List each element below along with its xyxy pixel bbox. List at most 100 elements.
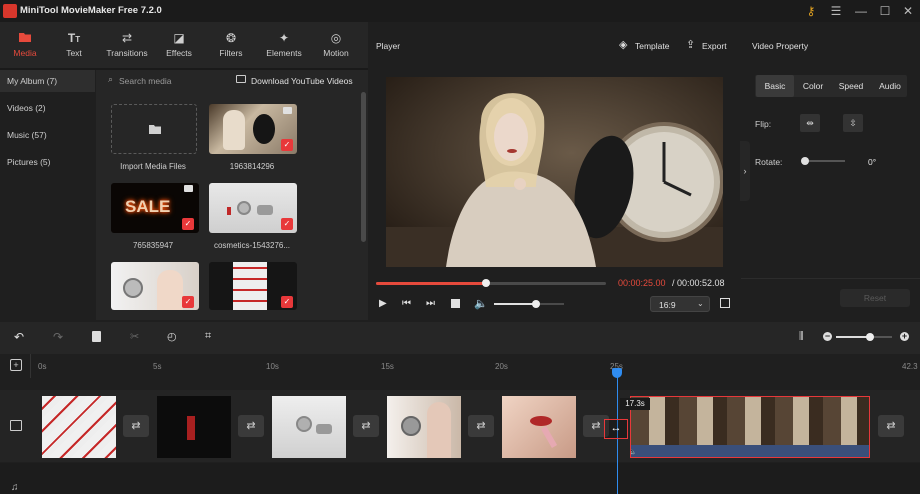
download-icon[interactable] <box>236 75 246 83</box>
rotate-slider-handle[interactable] <box>801 157 809 165</box>
search-input[interactable]: Search media <box>119 76 171 86</box>
add-track-icon[interactable]: + <box>10 359 22 371</box>
stop-button[interactable] <box>451 299 460 308</box>
timeline-clip-selected[interactable]: 🔈 <box>630 396 870 458</box>
layers-icon[interactable]: ◈ <box>619 38 627 51</box>
player-title: Player <box>376 41 401 51</box>
thumb-jar <box>257 205 273 215</box>
volume-handle[interactable] <box>532 300 540 308</box>
aspect-ratio-select[interactable]: 16:9 ⌄ <box>650 296 710 312</box>
export-icon[interactable]: ⇪ <box>686 38 695 51</box>
tab-filters[interactable]: ❂ Filters <box>206 22 256 68</box>
tab-media[interactable]: Media <box>0 22 50 68</box>
tab-speed[interactable]: Speed <box>832 75 870 97</box>
rotate-slider[interactable] <box>805 160 845 162</box>
rotate-value: 0° <box>868 157 877 167</box>
tab-color[interactable]: Color <box>794 75 832 97</box>
flip-label: Flip: <box>755 119 772 129</box>
sidebar-item-music[interactable]: Music (57) <box>0 124 95 146</box>
timeline-ruler <box>0 354 920 378</box>
tab-elements[interactable]: ✦ Elements <box>259 22 309 68</box>
close-button[interactable]: ✕ <box>898 2 918 20</box>
flip-horizontal-icon[interactable]: ⇹ <box>800 114 820 132</box>
export-button[interactable]: Export <box>702 41 727 51</box>
split-icon[interactable]: ✂ <box>130 330 139 343</box>
timeline-clip-lips[interactable] <box>502 396 576 458</box>
tab-text[interactable]: TT Text <box>49 22 99 68</box>
clip-compact <box>296 416 312 432</box>
undo-icon[interactable]: ↶ <box>14 330 24 344</box>
text-icon: TT <box>67 31 81 45</box>
sidebar-item-pictures[interactable]: Pictures (5) <box>0 151 95 173</box>
motion-icon: ◎ <box>330 31 342 45</box>
timeline-clip-lipsticks[interactable] <box>42 396 116 458</box>
import-media-label: Import Media Files <box>120 162 186 171</box>
thumb-lipstick <box>227 207 231 215</box>
ruler-tick: 10s <box>266 362 279 371</box>
thumb-face <box>157 270 183 310</box>
maximize-button[interactable]: ☐ <box>875 2 895 20</box>
media-scrollbar[interactable] <box>361 92 366 242</box>
timeline-clip-hand-mirror[interactable] <box>387 396 461 458</box>
redo-icon[interactable]: ↷ <box>53 330 63 344</box>
tab-effects[interactable]: ◪ Effects <box>154 22 204 68</box>
menu-icon[interactable]: ☰ <box>826 2 846 20</box>
audio-track <box>0 463 920 494</box>
filters-icon: ❂ <box>225 31 237 45</box>
transition-slot-icon[interactable]: ⇄ <box>468 415 494 437</box>
added-check-icon: ✓ <box>281 139 293 151</box>
next-frame-button[interactable]: ⏭ <box>426 298 435 309</box>
trim-cursor-icon[interactable]: ↔ <box>604 419 628 439</box>
transition-slot-icon[interactable]: ⇄ <box>878 415 904 437</box>
minimize-button[interactable]: — <box>851 2 871 20</box>
reset-button[interactable]: Reset <box>840 289 910 307</box>
thumb-lipstick-grid <box>233 262 267 310</box>
import-media-button[interactable] <box>111 104 197 154</box>
tab-audio[interactable]: Audio <box>871 75 909 97</box>
template-button[interactable]: Template <box>635 41 670 51</box>
volume-icon[interactable]: 🔈 <box>474 297 488 310</box>
music-track-icon: ♫ <box>11 482 19 493</box>
zoom-in-icon[interactable]: + <box>900 332 909 341</box>
transition-slot-icon[interactable]: ⇄ <box>238 415 264 437</box>
search-icon[interactable]: ⌕ <box>108 74 113 85</box>
timeline-clip-cosmetics[interactable] <box>272 396 346 458</box>
clip-volume-icon[interactable]: 🔈 <box>631 446 637 457</box>
zoom-out-icon[interactable]: − <box>823 332 832 341</box>
added-check-icon: ✓ <box>182 296 194 308</box>
tab-basic[interactable]: Basic <box>756 75 794 97</box>
transition-slot-icon[interactable]: ⇄ <box>353 415 379 437</box>
zoom-handle[interactable] <box>865 333 874 341</box>
download-youtube-link[interactable]: Download YouTube Videos <box>251 76 353 86</box>
timeline-clip-dark-lipstick[interactable] <box>157 396 231 458</box>
collapse-panel-icon[interactable]: › <box>740 141 750 201</box>
ruler-tick: 20s <box>495 362 508 371</box>
previous-frame-button[interactable]: ⏮ <box>402 298 411 309</box>
aspect-ratio-value: 16:9 <box>659 300 676 310</box>
video-track-icon <box>10 420 22 431</box>
transition-slot-icon[interactable]: ⇄ <box>123 415 149 437</box>
added-check-icon: ✓ <box>281 218 293 230</box>
clip-lips <box>530 416 552 426</box>
flip-vertical-icon[interactable]: ⇳ <box>843 114 863 132</box>
sidebar-item-videos[interactable]: Videos (2) <box>0 97 95 119</box>
video-preview <box>386 77 723 267</box>
added-check-icon: ✓ <box>281 296 293 308</box>
sidebar-item-my-album[interactable]: My Album (7) <box>0 70 95 92</box>
delete-icon[interactable] <box>92 331 101 342</box>
crop-icon[interactable]: ⌗ <box>205 330 211 343</box>
tab-motion[interactable]: ◎ Motion <box>311 22 361 68</box>
video-camera-icon <box>184 185 193 192</box>
key-icon[interactable]: ⚷ <box>801 2 821 20</box>
speed-icon[interactable]: ◴ <box>167 330 177 343</box>
play-button[interactable]: ▶ <box>379 298 387 309</box>
properties-divider <box>741 278 920 279</box>
properties-title: Video Property <box>752 41 809 51</box>
chevron-down-icon: ⌄ <box>697 299 704 308</box>
window-title: MiniTool MovieMaker Free 7.2.0 <box>20 5 162 16</box>
tab-transitions[interactable]: ⇄ Transitions <box>102 22 152 68</box>
volume-fill <box>494 303 536 305</box>
clip-lipstick <box>540 425 558 449</box>
fit-timeline-icon[interactable]: ⫼ <box>799 331 804 342</box>
fullscreen-icon[interactable] <box>720 298 730 308</box>
